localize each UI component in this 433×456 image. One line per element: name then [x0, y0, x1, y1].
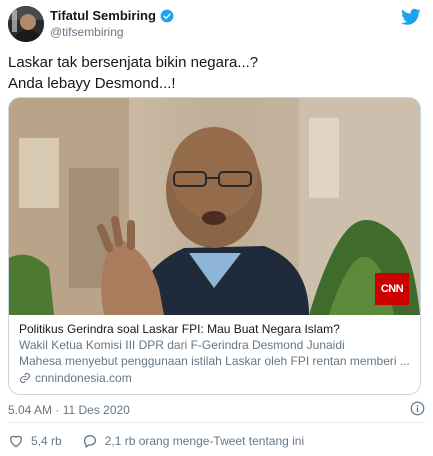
- retweet-summary-text: 2,1 rb orang menge-Tweet tentang ini: [104, 434, 305, 448]
- card-image[interactable]: CNN: [9, 98, 420, 315]
- card-description: Mahesa menyebut penggunaan istilah Laska…: [19, 354, 410, 368]
- card-domain-row: cnnindonesia.com: [19, 370, 414, 386]
- tweet-text-line: Anda lebayy Desmond...!: [8, 75, 176, 92]
- speech-bubble-icon: [83, 435, 96, 448]
- author-display-name[interactable]: Tifatul Sembiring: [50, 8, 156, 23]
- verified-badge-icon: [160, 9, 174, 22]
- card-domain: cnnindonesia.com: [35, 371, 132, 385]
- avatar[interactable]: [8, 6, 44, 42]
- tweet-header: Tifatul Sembiring @tifsembiring: [8, 6, 425, 42]
- card-body: Politikus Gerindra soal Laskar FPI: Mau …: [19, 321, 414, 386]
- retweet-summary-button[interactable]: 2,1 rb orang menge-Tweet tentang ini: [82, 433, 304, 449]
- divider: [8, 422, 425, 423]
- like-count: 5,4 rb: [31, 434, 62, 448]
- card-title: Politikus Gerindra soal Laskar FPI: Mau …: [19, 322, 340, 336]
- twitter-bird-icon[interactable]: [401, 8, 421, 26]
- tweet-text-line: Laskar tak bersenjata bikin negara...?: [8, 54, 259, 71]
- tweet-actions: 5,4 rb 2,1 rb orang menge-Tweet tentang …: [8, 432, 324, 450]
- info-icon[interactable]: [410, 401, 425, 416]
- like-button[interactable]: 5,4 rb: [8, 433, 62, 449]
- link-icon: [19, 372, 31, 384]
- tweet-timestamp[interactable]: 5.04 AM · 11 Des 2020: [8, 403, 130, 417]
- cnn-logo: CNN: [375, 273, 409, 305]
- link-card[interactable]: CNN Politikus Gerindra soal Laskar FPI: …: [8, 97, 421, 395]
- heart-icon: [10, 435, 22, 448]
- tweet-text: Laskar tak bersenjata bikin negara...? A…: [8, 52, 425, 94]
- author-handle[interactable]: @tifsembiring: [50, 25, 124, 39]
- card-description: Wakil Ketua Komisi III DPR dari F-Gerind…: [19, 338, 345, 352]
